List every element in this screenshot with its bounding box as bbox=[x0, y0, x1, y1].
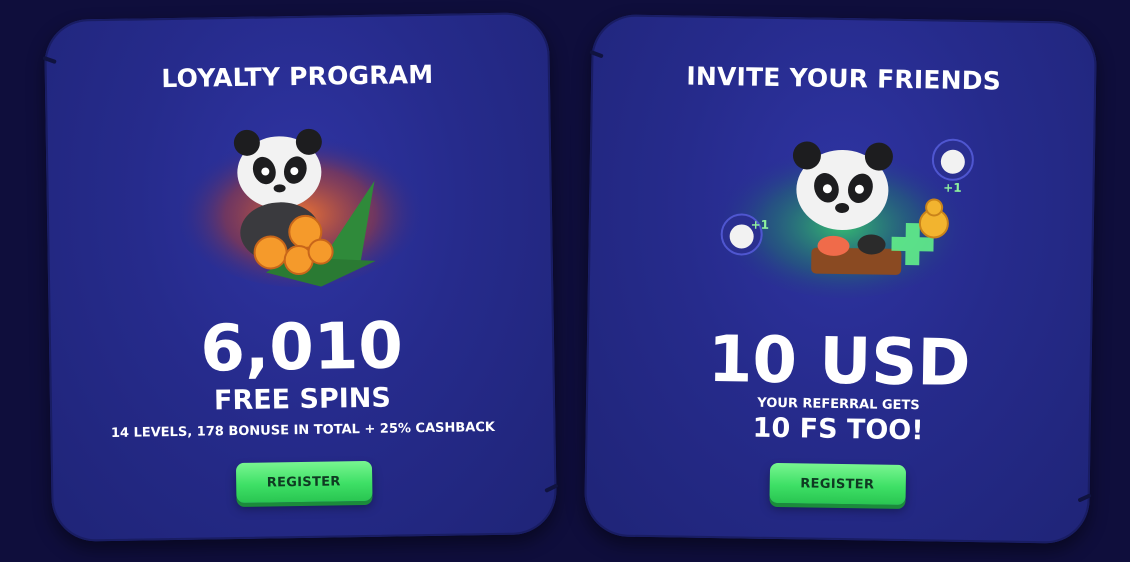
loyalty-program-card: LOYALTY PROGRAM 6,010 FREE SPINS 14 LEVE… bbox=[43, 12, 558, 542]
register-button[interactable]: REGISTER bbox=[768, 462, 906, 506]
invite-amount: 10 USD bbox=[707, 322, 972, 402]
invite-friends-card: INVITE YOUR FRIENDS +1 +1 10 USD YOUR RE… bbox=[583, 14, 1098, 544]
loyalty-details: 14 LEVELS, 178 BONUSE IN TOTAL + 25% CAS… bbox=[110, 419, 496, 441]
loyalty-unit: FREE SPINS bbox=[213, 382, 392, 417]
loyalty-amount: 6,010 bbox=[199, 309, 404, 387]
invite-bonus: 10 FS TOO! bbox=[752, 412, 924, 447]
loyalty-title: LOYALTY PROGRAM bbox=[161, 59, 434, 94]
plus-one-badge-top: +1 bbox=[943, 181, 962, 195]
panda-sushi-illustration: +1 +1 bbox=[711, 137, 974, 299]
invite-title: INVITE YOUR FRIENDS bbox=[686, 61, 1002, 96]
register-button[interactable]: REGISTER bbox=[235, 460, 373, 504]
plus-one-badge-left: +1 bbox=[750, 218, 769, 232]
panda-coins-illustration bbox=[174, 126, 425, 288]
